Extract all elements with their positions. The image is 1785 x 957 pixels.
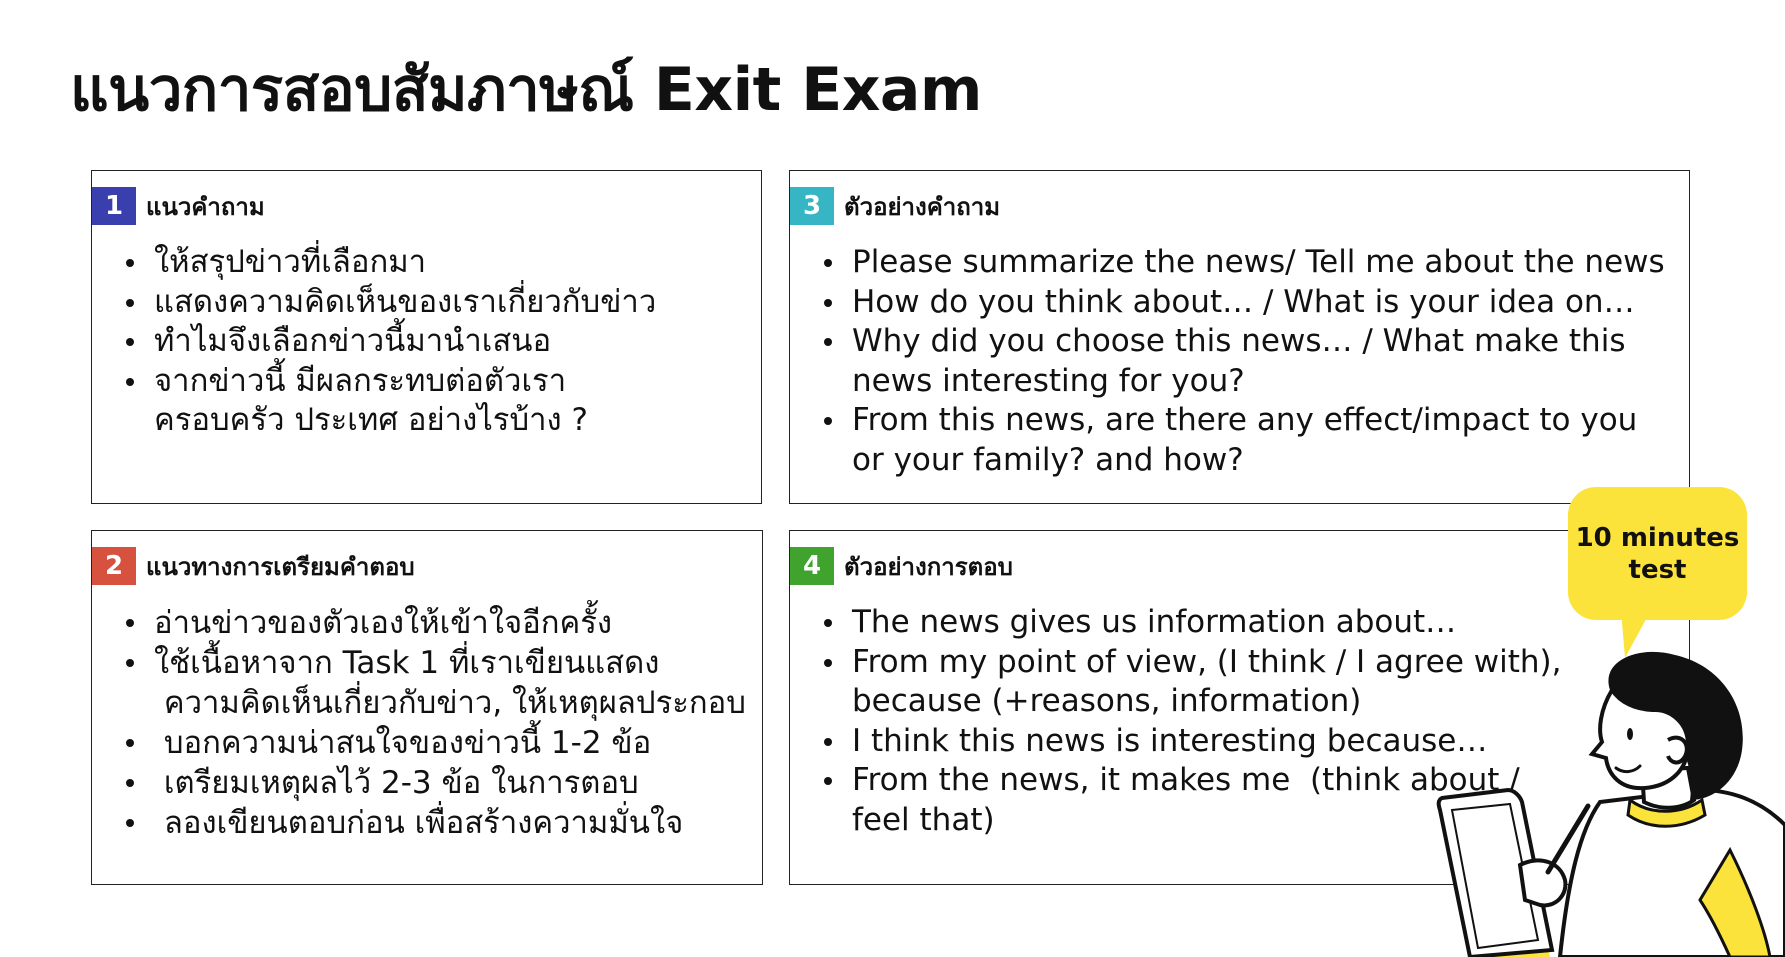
panel-answer-preparation: 2 แนวทางการเตรียมคำตอบ อ่านข่าวของตัวเอง… bbox=[91, 530, 763, 885]
question-guidelines-list: ให้สรุปข่าวที่เลือกมา แสดงความคิดเห็นของ… bbox=[124, 243, 656, 441]
panel-heading: แนวทางการเตรียมคำตอบ bbox=[146, 552, 415, 581]
list-item: Why did you choose this news… / What mak… bbox=[822, 322, 1665, 401]
panel-number-badge: 3 bbox=[790, 187, 834, 225]
list-item: How do you think about… / What is your i… bbox=[822, 283, 1665, 323]
panel-heading: แนวคำถาม bbox=[146, 192, 265, 221]
panel-number-badge: 4 bbox=[790, 547, 834, 585]
panel-heading: ตัวอย่างการตอบ bbox=[844, 552, 1013, 581]
person-holding-tablet-icon bbox=[1436, 651, 1785, 957]
bubble-tail-icon bbox=[1621, 610, 1651, 658]
list-item: From this news, are there any effect/imp… bbox=[822, 401, 1665, 480]
list-item: ใช้เนื้อหาจาก Task 1 ที่เราเขียนแสดง ควา… bbox=[124, 643, 746, 723]
panel-header: 3 ตัวอย่างคำถาม bbox=[790, 187, 1000, 225]
bubble-line: test bbox=[1628, 554, 1687, 585]
example-questions-list: Please summarize the news/ Tell me about… bbox=[822, 243, 1665, 480]
list-item: ให้สรุปข่าวที่เลือกมา bbox=[124, 243, 656, 283]
list-item: เตรียมเหตุผลไว้ 2-3 ข้อ ในการตอบ bbox=[124, 763, 746, 803]
list-item: ทำไมจึงเลือกข่าวนี้มานำเสนอ bbox=[124, 322, 656, 362]
panel-header: 1 แนวคำถาม bbox=[92, 187, 265, 225]
list-item: ลองเขียนตอบก่อน เพื่อสร้างความมั่นใจ bbox=[124, 803, 746, 843]
answer-preparation-list: อ่านข่าวของตัวเองให้เข้าใจอีกครั้ง ใช้เน… bbox=[124, 603, 746, 843]
page-title: แนวการสอบสัมภาษณ์ Exit Exam bbox=[70, 55, 982, 125]
panel-example-questions: 3 ตัวอย่างคำถาม Please summarize the new… bbox=[789, 170, 1690, 504]
panel-header: 4 ตัวอย่างการตอบ bbox=[790, 547, 1013, 585]
panel-header: 2 แนวทางการเตรียมคำตอบ bbox=[92, 547, 415, 585]
list-item: บอกความน่าสนใจของข่าวนี้ 1-2 ข้อ bbox=[124, 723, 746, 763]
list-item: อ่านข่าวของตัวเองให้เข้าใจอีกครั้ง bbox=[124, 603, 746, 643]
bubble-line: 10 minutes bbox=[1575, 522, 1740, 553]
panel-heading: ตัวอย่างคำถาม bbox=[844, 192, 1001, 221]
list-item: The news gives us information about… bbox=[822, 603, 1562, 643]
panel-question-guidelines: 1 แนวคำถาม ให้สรุปข่าวที่เลือกมา แสดงควา… bbox=[91, 170, 762, 504]
list-item: จากข่าวนี้ มีผลกระทบต่อตัวเรา ครอบครัว ปร… bbox=[124, 362, 656, 441]
list-item: แสดงความคิดเห็นของเราเกี่ยวกับข่าว bbox=[124, 283, 656, 323]
timer-speech-bubble: 10 minutes test bbox=[1568, 487, 1747, 620]
panel-number-badge: 1 bbox=[92, 187, 136, 225]
list-item: Please summarize the news/ Tell me about… bbox=[822, 243, 1665, 283]
panel-number-badge: 2 bbox=[92, 547, 136, 585]
